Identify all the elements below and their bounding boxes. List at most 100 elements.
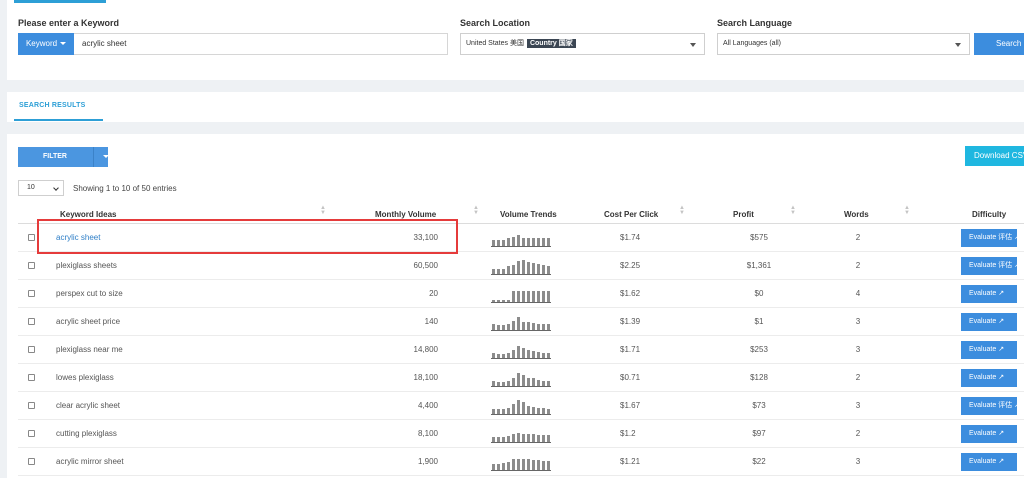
col-volume-trends[interactable]: Volume Trends	[500, 210, 557, 219]
page-length-select[interactable]: 10	[18, 180, 64, 196]
trend-bar	[497, 325, 500, 330]
evaluate-button[interactable]: Evaluate 评估 ↗	[961, 257, 1021, 275]
language-select[interactable]: All Languages (all)	[717, 33, 970, 55]
row-checkbox[interactable]	[28, 430, 35, 437]
share-icon: ↗	[998, 430, 1005, 437]
table-row: clear acrylic sheet 4,400 $1.67 $73 3 Evaluat…	[18, 392, 1024, 420]
col-profit[interactable]: Profit	[733, 210, 754, 219]
country-badge: Country 国家	[526, 39, 576, 48]
trend-bar	[532, 378, 535, 386]
trend-bar	[542, 381, 545, 386]
sort-icon[interactable]: ▲ ▼	[679, 205, 685, 216]
trend-bar	[497, 354, 500, 358]
row-checkbox[interactable]	[28, 290, 35, 297]
keyword-type-dropdown[interactable]: Keyword	[18, 33, 74, 55]
trend-bar	[507, 462, 510, 470]
trend-bar	[497, 240, 500, 246]
trend-bar	[532, 407, 535, 414]
trend-bar	[522, 238, 525, 246]
share-icon: ↗	[998, 458, 1005, 465]
evaluate-button[interactable]: Evaluate ↗	[961, 369, 1017, 387]
row-checkbox[interactable]	[28, 346, 35, 353]
keyword-cell: plexiglass sheets	[56, 261, 117, 270]
evaluate-button[interactable]: Evaluate ↗	[961, 425, 1017, 443]
evaluate-button[interactable]: Evaluate 评估 ↗	[961, 229, 1020, 247]
location-select[interactable]: United States 美国 Country 国家	[460, 33, 705, 55]
profit-cell: $1	[754, 317, 764, 326]
row-checkbox[interactable]	[28, 234, 35, 241]
trend-bar	[492, 409, 495, 414]
filter-button[interactable]: FILTER	[18, 147, 109, 167]
table-row: lowes plexiglass 18,100 $0.71 $128 2 Evaluate…	[18, 364, 1024, 392]
trend-bar	[502, 437, 505, 442]
location-value: United States 美国	[466, 40, 524, 47]
trend-bar	[542, 408, 545, 414]
trend-bar	[517, 346, 520, 358]
row-checkbox[interactable]	[28, 458, 35, 465]
trend-bar	[512, 378, 515, 386]
download-csv-button[interactable]: Download CSV	[965, 146, 1024, 166]
trend-bar	[512, 265, 515, 274]
keyword-cell: lowes plexiglass	[56, 373, 114, 382]
keyword-cell: acrylic sheet price	[56, 317, 121, 326]
trend-bar	[507, 436, 510, 442]
cpc-cell: $1.39	[620, 317, 641, 326]
trend-bar	[522, 291, 525, 302]
profit-cell: $575	[750, 233, 768, 242]
trend-bar	[547, 291, 550, 302]
sort-icon[interactable]: ▲ ▼	[790, 205, 796, 216]
trend-bar	[542, 461, 545, 470]
col-monthly-volume[interactable]: Monthly Volume	[375, 210, 436, 219]
trend-bar	[492, 437, 495, 442]
language-value: All Languages (all)	[723, 40, 781, 47]
volume-cell: 140	[424, 317, 438, 326]
cpc-cell: $1.62	[620, 289, 641, 298]
trend-bar	[492, 324, 495, 330]
trend-bar	[532, 351, 535, 358]
sort-icon[interactable]: ▲ ▼	[473, 205, 479, 216]
trend-bar	[517, 317, 520, 330]
volume-trend-sparkline	[491, 426, 551, 443]
trend-bar	[507, 381, 510, 386]
trend-bar	[517, 459, 520, 470]
trend-bar	[522, 375, 525, 386]
row-checkbox[interactable]	[28, 402, 35, 409]
col-difficulty[interactable]: Difficulty	[972, 210, 1006, 219]
row-checkbox[interactable]	[28, 318, 35, 325]
trend-bar	[507, 324, 510, 330]
cpc-cell: $1.67	[620, 401, 641, 410]
trend-bar	[527, 291, 530, 302]
highlight-box	[37, 219, 458, 254]
trend-bar	[492, 464, 495, 470]
evaluate-button[interactable]: Evaluate ↗	[961, 453, 1017, 471]
trend-bar	[502, 382, 505, 386]
volume-trend-sparkline	[491, 370, 551, 387]
caret-down-icon[interactable]	[103, 155, 109, 158]
share-icon: ↗	[1014, 402, 1021, 409]
trend-bar	[527, 459, 530, 470]
sort-icon[interactable]: ▲ ▼	[904, 205, 910, 216]
evaluate-button[interactable]: Evaluate ↗	[961, 313, 1017, 331]
results-panel: FILTER Download CSV 10 Showing 1 to 10 o…	[7, 134, 1024, 478]
tab-search-results[interactable]: SEARCH RESULTS	[19, 102, 85, 109]
search-button[interactable]: Search	[974, 33, 1024, 55]
row-checkbox[interactable]	[28, 262, 35, 269]
col-keyword-ideas[interactable]: Keyword Ideas	[60, 210, 116, 219]
keyword-cell: acrylic mirror sheet	[56, 457, 124, 466]
sort-icon[interactable]: ▲ ▼	[320, 205, 326, 216]
evaluate-button[interactable]: Evaluate ↗	[961, 285, 1017, 303]
share-icon: ↗	[1014, 262, 1021, 269]
evaluate-button[interactable]: Evaluate 评估 ↗	[961, 397, 1021, 415]
trend-bar	[502, 269, 505, 274]
evaluate-button[interactable]: Evaluate ↗	[961, 341, 1017, 359]
trend-bar	[517, 373, 520, 386]
volume-cell: 1,900	[417, 457, 438, 466]
col-cost-per-click[interactable]: Cost Per Click	[604, 210, 658, 219]
keyword-input[interactable]: acrylic sheet	[74, 33, 448, 55]
row-checkbox[interactable]	[28, 374, 35, 381]
col-words[interactable]: Words	[844, 210, 869, 219]
trend-bar	[492, 381, 495, 386]
volume-cell: 20	[429, 289, 438, 298]
keyword-group: Keyword acrylic sheet	[18, 33, 448, 55]
trend-bar	[527, 262, 530, 274]
